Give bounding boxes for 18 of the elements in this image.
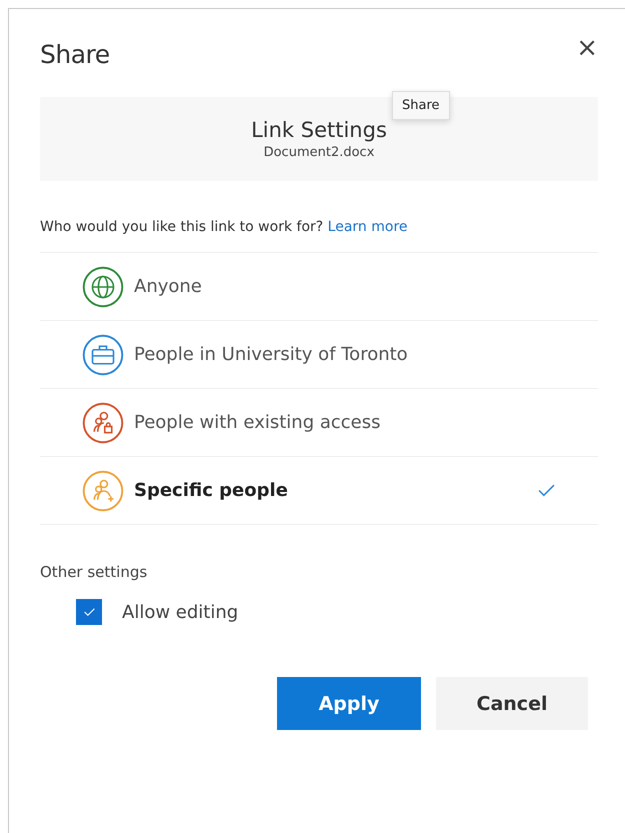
- checkmark-icon: [538, 484, 555, 497]
- option-row[interactable]: Anyone: [40, 253, 598, 321]
- apply-button[interactable]: Apply: [277, 677, 421, 730]
- cancel-button[interactable]: Cancel: [436, 677, 588, 730]
- file-name: Document2.docx: [264, 145, 374, 160]
- option-row[interactable]: People with existing access: [40, 389, 598, 457]
- dialog-title: Share: [40, 38, 110, 68]
- prompt-text: Who would you like this link to work for?: [40, 219, 324, 235]
- section-label: Other settings: [40, 563, 148, 581]
- checkbox-label: Allow editing: [122, 602, 238, 622]
- option-row[interactable]: People in University of Toronto: [40, 321, 598, 389]
- close-button[interactable]: ×: [576, 33, 598, 63]
- checkbox[interactable]: [76, 599, 102, 625]
- link-settings-title: Link Settings: [251, 118, 387, 142]
- learn-more-link[interactable]: Learn more: [328, 219, 408, 235]
- option-row[interactable]: Specific people: [40, 457, 598, 525]
- checkmark-icon: [82, 607, 96, 617]
- tooltip: Share: [392, 91, 450, 120]
